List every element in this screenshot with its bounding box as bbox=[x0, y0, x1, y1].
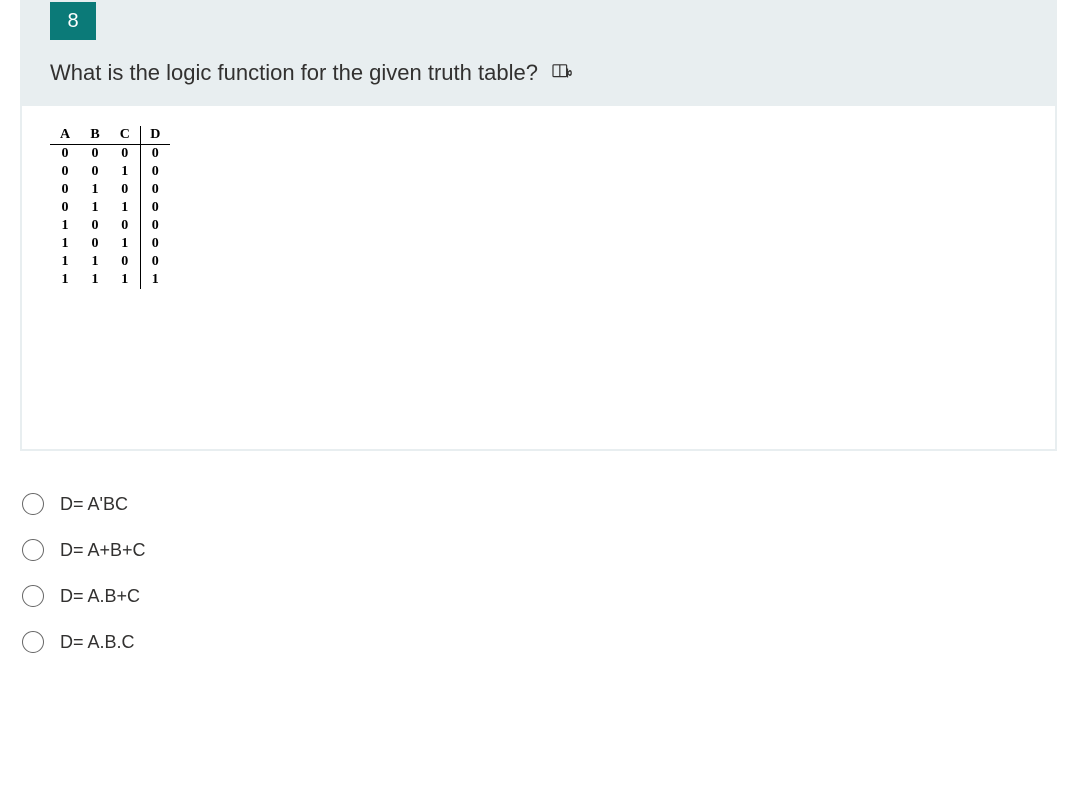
cell: 1 bbox=[110, 235, 140, 253]
radio-icon bbox=[22, 631, 44, 653]
cell: 1 bbox=[80, 253, 110, 271]
question-text: What is the logic function for the given… bbox=[50, 60, 538, 86]
option-4[interactable]: D= A.B.C bbox=[22, 619, 1055, 665]
table-row: 1 0 1 0 bbox=[50, 235, 170, 253]
col-header-b: B bbox=[80, 126, 110, 145]
radio-icon bbox=[22, 539, 44, 561]
table-header-row: A B C D bbox=[50, 126, 170, 145]
option-3[interactable]: D= A.B+C bbox=[22, 573, 1055, 619]
table-row: 0 1 0 0 bbox=[50, 181, 170, 199]
question-header: 8 What is the logic function for the giv… bbox=[22, 2, 1055, 106]
table-row: 0 1 1 0 bbox=[50, 199, 170, 217]
option-label: D= A.B+C bbox=[60, 586, 140, 607]
table-row: 1 1 1 1 bbox=[50, 271, 170, 289]
cell: 0 bbox=[80, 217, 110, 235]
cell: 0 bbox=[50, 199, 80, 217]
option-label: D= A.B.C bbox=[60, 632, 135, 653]
cell: 0 bbox=[110, 253, 140, 271]
table-row: 0 0 0 0 bbox=[50, 145, 170, 164]
cell: 1 bbox=[50, 271, 80, 289]
col-header-d: D bbox=[140, 126, 170, 145]
cell: 1 bbox=[140, 271, 170, 289]
option-label: D= A'BC bbox=[60, 494, 128, 515]
option-label: D= A+B+C bbox=[60, 540, 146, 561]
cell: 0 bbox=[50, 181, 80, 199]
cell: 0 bbox=[110, 181, 140, 199]
cell: 0 bbox=[50, 163, 80, 181]
cell: 1 bbox=[80, 181, 110, 199]
col-header-c: C bbox=[110, 126, 140, 145]
question-container: 8 What is the logic function for the giv… bbox=[20, 0, 1057, 451]
cell: 1 bbox=[80, 199, 110, 217]
option-2[interactable]: D= A+B+C bbox=[22, 527, 1055, 573]
cell: 0 bbox=[140, 217, 170, 235]
cell: 1 bbox=[50, 217, 80, 235]
option-1[interactable]: D= A'BC bbox=[22, 481, 1055, 527]
cell: 0 bbox=[140, 235, 170, 253]
cell: 1 bbox=[50, 253, 80, 271]
question-number-badge: 8 bbox=[50, 2, 96, 40]
radio-icon bbox=[22, 493, 44, 515]
question-text-row: What is the logic function for the given… bbox=[22, 40, 1055, 86]
cell: 0 bbox=[140, 181, 170, 199]
table-row: 1 1 0 0 bbox=[50, 253, 170, 271]
cell: 0 bbox=[140, 163, 170, 181]
answer-options: D= A'BC D= A+B+C D= A.B+C D= A.B.C bbox=[0, 451, 1077, 675]
table-row: 1 0 0 0 bbox=[50, 217, 170, 235]
cell: 0 bbox=[80, 145, 110, 164]
question-content: A B C D 0 0 0 0 0 0 1 0 bbox=[22, 106, 1055, 449]
cell: 1 bbox=[50, 235, 80, 253]
cell: 1 bbox=[110, 199, 140, 217]
cell: 0 bbox=[110, 145, 140, 164]
cell: 0 bbox=[80, 163, 110, 181]
cell: 0 bbox=[140, 199, 170, 217]
cell: 1 bbox=[80, 271, 110, 289]
truth-table: A B C D 0 0 0 0 0 0 1 0 bbox=[50, 126, 170, 289]
cell: 1 bbox=[110, 163, 140, 181]
col-header-a: A bbox=[50, 126, 80, 145]
cell: 0 bbox=[140, 145, 170, 164]
cell: 0 bbox=[110, 217, 140, 235]
cell: 0 bbox=[140, 253, 170, 271]
cell: 0 bbox=[80, 235, 110, 253]
cell: 1 bbox=[110, 271, 140, 289]
radio-icon bbox=[22, 585, 44, 607]
immersive-reader-icon[interactable] bbox=[552, 63, 574, 83]
cell: 0 bbox=[50, 145, 80, 164]
table-row: 0 0 1 0 bbox=[50, 163, 170, 181]
